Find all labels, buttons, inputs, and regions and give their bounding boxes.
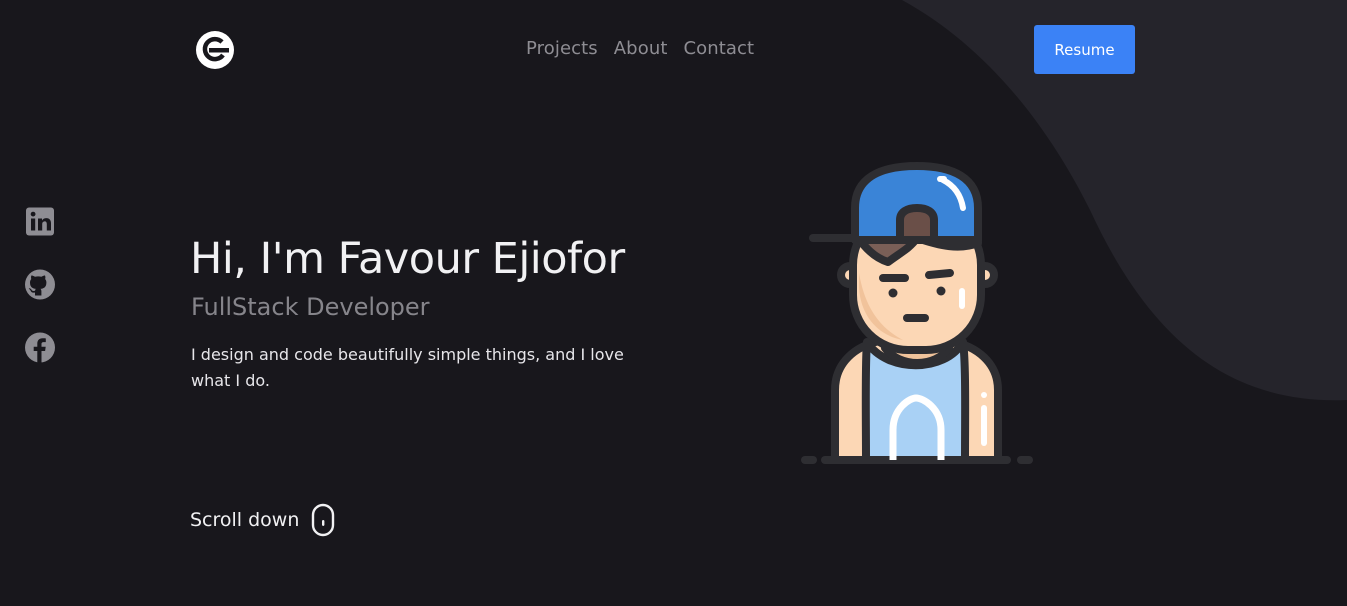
hero-subtitle: FullStack Developer (191, 293, 430, 321)
facebook-icon[interactable] (24, 331, 56, 364)
linkedin-icon[interactable] (24, 205, 56, 238)
scroll-down-link[interactable]: Scroll down (190, 503, 335, 537)
nav-link-about[interactable]: About (614, 38, 668, 59)
resume-button[interactable]: Resume (1034, 25, 1135, 74)
mouse-icon (312, 503, 335, 537)
hero-title: Hi, I'm Favour Ejiofor (190, 234, 625, 284)
scroll-down-label: Scroll down (190, 509, 300, 531)
g-logo-icon[interactable] (195, 30, 235, 70)
nav-links: Projects About Contact (526, 38, 754, 59)
navbar: Projects About Contact Resume (0, 0, 1347, 100)
social-links (24, 205, 56, 364)
hero-description: I design and code beautifully simple thi… (191, 345, 624, 390)
avatar-illustration (801, 162, 1033, 464)
nav-link-contact[interactable]: Contact (683, 38, 754, 59)
github-icon[interactable] (24, 268, 56, 301)
nav-link-projects[interactable]: Projects (526, 38, 598, 59)
hero-section: Hi, I'm Favour Ejiofor FullStack Develop… (190, 230, 670, 394)
